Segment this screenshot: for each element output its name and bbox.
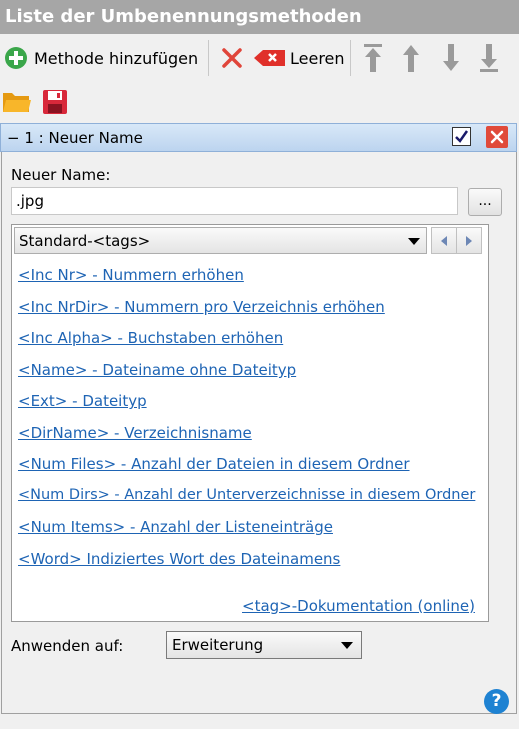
arrow-right-icon xyxy=(466,236,472,246)
tag-category-select[interactable]: Standard-<tags> xyxy=(14,227,427,254)
arrow-up-icon xyxy=(403,45,419,72)
previous-category-button[interactable] xyxy=(432,228,456,253)
close-icon xyxy=(490,130,504,144)
chevron-down-icon xyxy=(408,238,420,245)
tag-link-inc-nr[interactable]: <Inc Nr> - Nummern erhöhen xyxy=(18,266,244,284)
delete-x-icon xyxy=(222,48,242,68)
tag-link-dirname[interactable]: <DirName> - Verzeichnisname xyxy=(18,424,252,442)
move-down-button[interactable] xyxy=(440,36,462,80)
collapse-glyph[interactable]: − xyxy=(7,129,20,147)
tag-list-box: Standard-<tags> <Inc Nr> - Nummern erhöh… xyxy=(11,224,489,622)
arrow-left-icon xyxy=(441,236,447,246)
checkmark-icon xyxy=(455,130,469,143)
toolbar: Methode hinzufügen Leeren xyxy=(0,36,519,80)
browse-button[interactable]: ... xyxy=(468,188,502,216)
new-name-input[interactable] xyxy=(11,187,458,215)
help-button[interactable]: ? xyxy=(484,689,509,714)
add-method-label: Methode hinzufügen xyxy=(34,48,199,68)
chevron-down-icon xyxy=(341,642,353,649)
enable-method-checkbox[interactable] xyxy=(452,127,471,146)
method-panel-title: − 1 : Neuer Name xyxy=(7,129,143,147)
arrow-down-icon xyxy=(443,44,459,71)
toolbar-divider xyxy=(350,40,351,76)
move-to-top-icon xyxy=(364,44,382,72)
tag-link-inc-nrdir[interactable]: <Inc NrDir> - Nummern pro Verzeichnis er… xyxy=(18,298,385,316)
tag-documentation-link[interactable]: <tag>-Dokumentation (online) xyxy=(242,597,475,615)
floppy-disk-icon xyxy=(43,90,67,114)
eraser-icon xyxy=(254,50,285,66)
apply-to-value: Erweiterung xyxy=(172,636,264,654)
delete-button[interactable] xyxy=(220,36,244,80)
move-to-bottom-icon xyxy=(480,44,498,72)
tag-link-ext[interactable]: <Ext> - Dateityp xyxy=(18,392,147,410)
tag-category-nav xyxy=(431,227,482,254)
tag-link-num-files[interactable]: <Num Files> - Anzahl der Dateien in dies… xyxy=(18,455,410,473)
tag-link-num-items[interactable]: <Num Items> - Anzahl der Listeneinträge xyxy=(18,518,333,536)
file-toolbar xyxy=(0,84,519,118)
clear-button[interactable]: Leeren xyxy=(254,36,345,80)
tag-link-word[interactable]: <Word> Indiziertes Wort des Dateinamens xyxy=(18,550,340,568)
tag-link-inc-alpha[interactable]: <Inc Alpha> - Buchstaben erhöhen xyxy=(18,329,283,347)
next-category-button[interactable] xyxy=(456,228,481,253)
add-method-button[interactable]: Methode hinzufügen xyxy=(4,36,198,80)
move-up-button[interactable] xyxy=(400,36,422,80)
remove-method-button[interactable] xyxy=(486,126,508,148)
tag-category-value: Standard-<tags> xyxy=(19,232,151,250)
toolbar-divider xyxy=(208,40,209,76)
plus-icon xyxy=(5,47,27,69)
move-top-button[interactable] xyxy=(362,36,384,80)
folder-icon xyxy=(3,93,31,112)
new-name-label: Neuer Name: xyxy=(11,166,111,184)
method-panel-header[interactable]: − 1 : Neuer Name xyxy=(0,123,517,152)
tag-link-name[interactable]: <Name> - Dateiname ohne Dateityp xyxy=(18,361,296,379)
method-title: 1 : Neuer Name xyxy=(24,129,143,147)
clear-label: Leeren xyxy=(290,48,345,68)
save-button[interactable] xyxy=(42,80,68,124)
apply-to-label: Anwenden auf: xyxy=(11,637,124,655)
tag-link-num-dirs[interactable]: <Num Dirs> - Anzahl der Unterverzeichnis… xyxy=(18,487,475,503)
window-title: Liste der Umbenennungsmethoden xyxy=(0,0,519,34)
apply-to-select[interactable]: Erweiterung xyxy=(166,631,362,659)
move-bottom-button[interactable] xyxy=(478,36,500,80)
open-button[interactable] xyxy=(2,80,32,124)
